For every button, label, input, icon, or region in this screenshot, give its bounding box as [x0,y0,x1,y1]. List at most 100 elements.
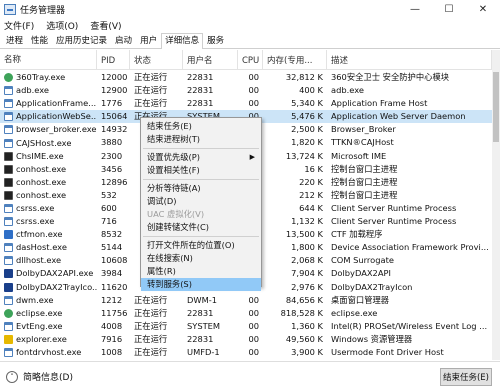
menu-item-label: UAC 虚拟化(V) [147,209,205,219]
process-name-cell: csrss.exe [0,202,97,215]
process-desc-cell: Client Server Runtime Process [331,216,457,227]
process-desc-cell: Browser_Broker [331,124,396,135]
fewer-details-link[interactable]: 简略信息(D) [23,370,73,383]
process-name: DolbyDAX2TrayIco... [16,281,97,292]
process-status-cell: 正在运行 [134,307,168,318]
console-icon [4,151,13,161]
table-row[interactable]: adb.exe 12900 正在运行 22831 00 400 K adb.exe [0,84,492,97]
column-header-memory[interactable]: 内存(专用... [263,50,327,70]
process-desc-cell: 控制台窗口主进程 [331,163,398,174]
table-row[interactable]: explorer.exe 7916 正在运行 22831 00 49,560 K Windo… [0,333,492,346]
ctf-icon [4,230,13,240]
process-name-cell: eclipse.exe [0,307,97,320]
process-desc-cell: Application Web Server Daemon [331,111,466,122]
app-window-icon [4,321,13,331]
process-desc-cell: 控制台窗口主进程 [331,189,398,200]
process-mem-cell: 7,904 K [291,268,323,279]
menu-item-label: 转到服务(S) [147,279,192,289]
process-cpu-cell: 00 [248,307,259,318]
table-row[interactable]: ApplicationFrame... 1776 正在运行 22831 00 5,340 … [0,97,492,110]
process-mem-cell: 1,820 K [291,137,323,148]
process-pid-cell: 15064 [101,111,128,122]
table-row[interactable]: eclipse.exe 11756 正在运行 22831 00 818,528 K ecli… [0,307,492,320]
tab-1[interactable]: 性能 [27,33,52,48]
process-user-cell: UMFD-1 [187,346,220,357]
process-mem-cell: 49,560 K [285,333,323,344]
context-menu-item[interactable]: 设置相关性(F) [141,164,261,177]
menu-item-label: 结束任务(E) [147,121,192,131]
context-menu-item[interactable]: 打开文件所在的位置(O) [141,239,261,252]
menu-file[interactable]: 文件(F) [4,19,34,32]
360-shield-icon [4,73,13,83]
column-header-pid[interactable]: PID [97,50,130,70]
column-header-user[interactable]: 用户名 [183,50,238,70]
process-desc-cell: 桌面窗口管理器 [331,294,390,305]
process-mem-cell: 2,068 K [291,255,323,266]
process-desc-cell: Application Frame Host [331,98,428,109]
process-pid-cell: 3984 [101,268,123,279]
context-menu-item[interactable]: 在线搜索(N) [141,252,261,265]
context-menu-item[interactable]: 结束进程树(T) [141,133,261,146]
context-menu-item[interactable]: 调试(D) [141,195,261,208]
tab-4[interactable]: 用户 [136,33,161,48]
tab-2[interactable]: 应用历史记录 [52,33,111,48]
column-header-description[interactable]: 描述 [327,50,492,70]
column-header-cpu[interactable]: CPU [238,50,263,70]
minimize-button[interactable]: — [398,0,432,18]
context-menu-item[interactable]: 分析等待链(A) [141,182,261,195]
process-name: explorer.exe [16,333,67,344]
process-mem-cell: 84,656 K [285,294,323,305]
process-name-cell: adb.exe [0,84,97,97]
table-row[interactable]: fontdrvhost.exe 1008 正在运行 UMFD-1 00 3,900 K Us… [0,346,492,359]
app-window-icon [4,125,13,135]
tab-5[interactable]: 详细信息 [161,33,204,49]
process-name: dllhost.exe [16,255,62,266]
process-user-cell: SYSTEM [187,320,221,331]
process-name-cell: dwm.exe [0,294,97,307]
process-name-cell: 360Tray.exe [0,71,97,84]
column-header-name[interactable]: 名称 [0,50,97,70]
process-mem-cell: 400 K [299,85,323,96]
process-cpu-cell: 00 [248,85,259,96]
process-pid-cell: 4008 [101,320,123,331]
table-row[interactable]: EvtEng.exe 4008 正在运行 SYSTEM 00 1,360 K Intel(R… [0,320,492,333]
table-row[interactable]: 360Tray.exe 12000 正在运行 22831 00 32,812 K 360安全… [0,71,492,84]
scrollbar-thumb[interactable] [493,72,499,142]
tab-6[interactable]: 服务 [203,33,228,48]
process-name-cell: CAJSHost.exe [0,136,97,149]
menu-view[interactable]: 查看(V) [90,19,121,32]
process-name: csrss.exe [16,216,55,227]
process-name-cell: fontdrvhost.exe [0,346,97,359]
tab-0[interactable]: 进程 [2,33,27,48]
chevron-up-icon[interactable]: ˄ [6,370,18,383]
process-mem-cell: 13,500 K [285,229,323,240]
context-menu-item[interactable]: 设置优先级(P) ▶ [141,151,261,164]
dolby-icon [4,282,13,292]
menu-options[interactable]: 选项(O) [46,19,78,32]
process-pid-cell: 12000 [101,72,128,82]
app-window-icon [4,348,13,358]
process-name-cell: ApplicationWebSe... [0,110,97,123]
submenu-arrow-icon: ▶ [249,153,255,161]
context-menu: 结束任务(E) 结束进程树(T) 设置优先级(P) ▶ 设置相关性(F) 分析等待链(A)… [140,117,262,291]
process-user-cell: 22831 [187,333,214,344]
tab-3[interactable]: 启动 [111,33,136,48]
vertical-scrollbar[interactable] [492,50,500,360]
context-menu-item[interactable]: 创建转储文件(C) [141,221,261,234]
process-status-cell: 正在运行 [134,320,168,331]
column-header-status[interactable]: 状态 [130,50,183,70]
table-row[interactable]: dwm.exe 1212 正在运行 DWM-1 00 84,656 K 桌面窗口管理器 [0,294,492,307]
process-desc-cell: 360安全卫士 安全防护中心模块 [331,72,450,82]
process-mem-cell: 32,812 K [285,72,323,82]
tab-strip: 进程 性能 应用历史记录 启动 用户 详细信息 服务 [0,33,500,49]
maximize-button[interactable]: ☐ [432,0,466,18]
menu-bar: 文件(F) 选项(O) 查看(V) [0,18,500,33]
context-menu-item[interactable]: 属性(R) [141,265,261,278]
close-button[interactable]: ✕ [466,0,500,18]
context-menu-item[interactable]: 转到服务(S) [141,278,261,291]
menu-item-label: 打开文件所在的位置(O) [147,240,235,250]
end-task-button[interactable]: 结束任务(E) [440,367,492,386]
context-menu-item[interactable]: 结束任务(E) [141,120,261,133]
process-name-cell: DolbyDAX2API.exe [0,267,97,280]
process-pid-cell: 12896 [101,176,128,187]
